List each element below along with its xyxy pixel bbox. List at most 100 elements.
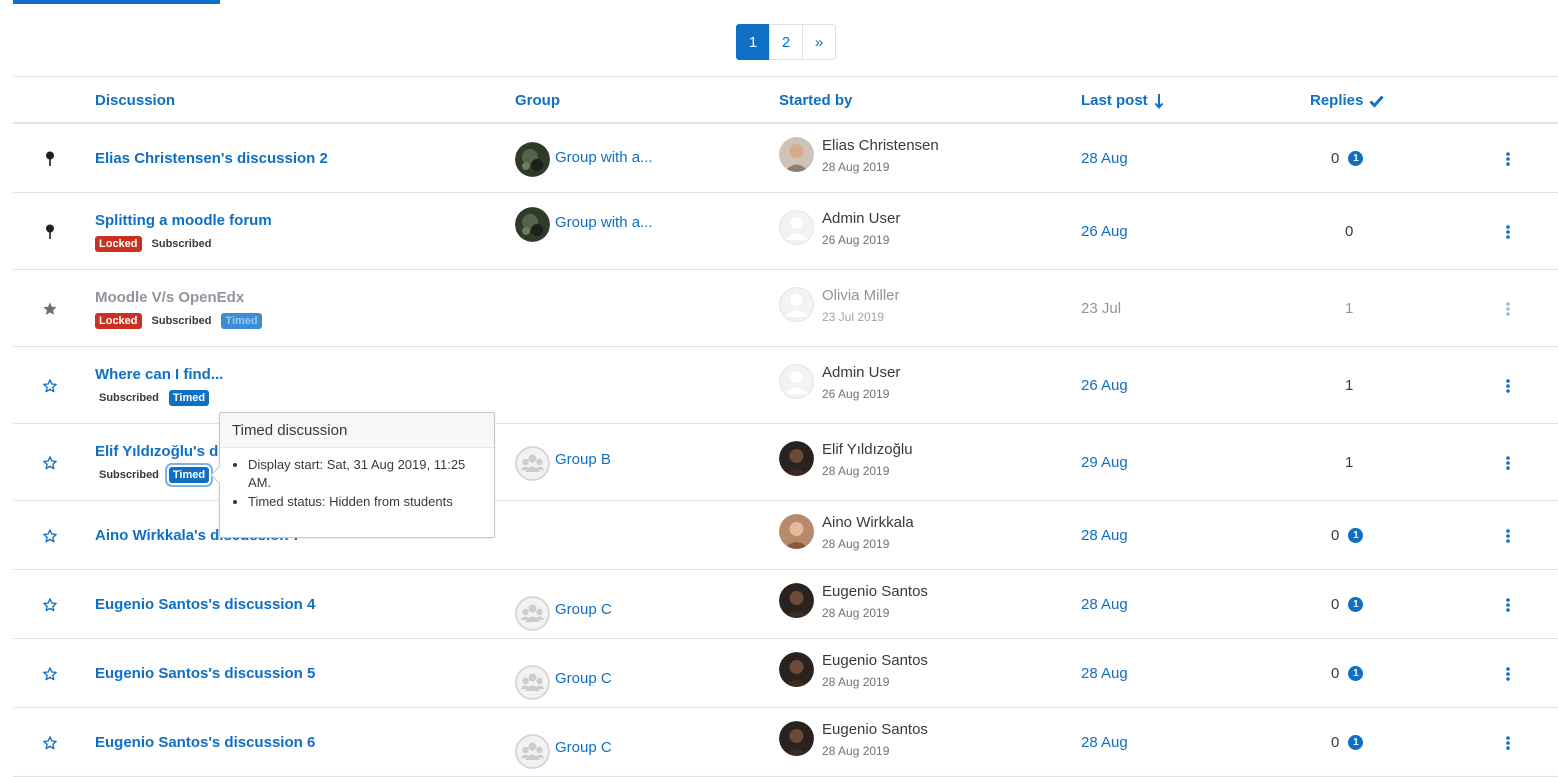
timed-badge[interactable]: Timed <box>221 313 262 329</box>
started-date: 26 Aug 2019 <box>822 387 890 401</box>
unread-count-badge[interactable]: 1 <box>1348 528 1364 543</box>
group-link[interactable]: Group with a... <box>555 214 653 231</box>
discussion-row: Splitting a moodle forum Locked Subscribed… <box>13 193 1558 270</box>
star-outline-icon <box>43 379 57 393</box>
discussion-title-link[interactable]: Elias Christensen's discussion 2 <box>95 150 328 167</box>
user-avatar[interactable] <box>779 287 814 322</box>
next-page-button[interactable]: » <box>802 24 836 60</box>
timed-badge[interactable]: Timed <box>168 390 210 406</box>
active-tab-indicator <box>13 0 220 4</box>
replies-column-header[interactable]: Replies <box>1310 92 1384 109</box>
discussion-title-link[interactable]: Moodle V/s OpenEdx <box>95 289 262 306</box>
star-outline-icon <box>43 667 57 681</box>
last-post-link[interactable]: 29 Aug <box>1081 454 1128 471</box>
user-avatar[interactable] <box>779 364 814 399</box>
group-link[interactable]: Group C <box>555 739 612 756</box>
user-avatar[interactable] <box>779 514 814 549</box>
group-column-header[interactable]: Group <box>515 92 560 109</box>
star-toggle[interactable] <box>38 528 62 544</box>
last-post-column-header[interactable]: Last post <box>1081 92 1164 109</box>
subscribed-badge: Subscribed <box>95 467 163 483</box>
last-post-link[interactable]: 28 Aug <box>1081 665 1128 682</box>
author-name: Elias Christensen <box>822 137 939 154</box>
discussion-actions-menu[interactable] <box>1501 225 1515 239</box>
last-post-link[interactable]: 28 Aug <box>1081 150 1128 167</box>
popover-display-start: Display start: Sat, 31 Aug 2019, 11:25 A… <box>248 456 482 492</box>
timed-badge[interactable]: Timed <box>168 467 210 483</box>
subscribed-badge: Subscribed <box>95 390 163 406</box>
discussion-column-header[interactable]: Discussion <box>95 92 175 109</box>
discussion-actions-menu[interactable] <box>1501 529 1515 543</box>
discussion-actions-menu[interactable] <box>1501 598 1515 612</box>
unread-count-badge[interactable]: 1 <box>1348 597 1364 612</box>
replies-cell: 01 <box>1331 527 1364 544</box>
user-avatar[interactable] <box>779 721 814 756</box>
star-toggle[interactable] <box>38 151 62 167</box>
star-toggle[interactable] <box>38 666 62 682</box>
star-toggle[interactable] <box>38 224 62 240</box>
checkmark-icon <box>1369 95 1384 108</box>
user-avatar[interactable] <box>779 441 814 476</box>
page-1-button[interactable]: 1 <box>736 24 770 60</box>
more-options-icon <box>1506 225 1510 239</box>
star-outline-icon <box>43 456 57 470</box>
replies-cell: 1 <box>1345 300 1353 317</box>
unread-count-badge[interactable]: 1 <box>1348 666 1364 681</box>
started-by-column-header[interactable]: Started by <box>779 92 852 109</box>
unread-count-badge[interactable]: 1 <box>1348 735 1364 750</box>
replies-cell: 01 <box>1331 734 1364 751</box>
group-link[interactable]: Group with a... <box>555 149 653 166</box>
star-toggle[interactable] <box>38 597 62 613</box>
discussion-title-link[interactable]: Eugenio Santos's discussion 5 <box>95 665 315 682</box>
discussion-title-link[interactable]: Eugenio Santos's discussion 6 <box>95 734 315 751</box>
page-2-button[interactable]: 2 <box>769 24 803 60</box>
last-post-link[interactable]: 26 Aug <box>1081 377 1128 394</box>
star-toggle[interactable] <box>38 735 62 751</box>
group-link[interactable]: Group C <box>555 670 612 687</box>
discussion-title-link[interactable]: Splitting a moodle forum <box>95 212 272 229</box>
discussion-actions-menu[interactable] <box>1501 456 1515 470</box>
sort-descending-icon <box>1154 93 1163 109</box>
author-name: Eugenio Santos <box>822 721 928 738</box>
more-options-icon <box>1506 736 1510 750</box>
last-post-link[interactable]: 28 Aug <box>1081 734 1128 751</box>
group-link[interactable]: Group C <box>555 601 612 618</box>
star-toggle[interactable] <box>38 455 62 471</box>
started-by-cell: Olivia Miller 23 Jul 2019 <box>779 287 900 324</box>
discussion-actions-menu[interactable] <box>1501 667 1515 681</box>
user-avatar[interactable] <box>779 137 814 172</box>
discussion-title-link[interactable]: Where can I find... <box>95 366 223 383</box>
last-post-link[interactable]: 28 Aug <box>1081 596 1128 613</box>
discussion-actions-menu[interactable] <box>1501 379 1515 393</box>
more-options-icon <box>1506 598 1510 612</box>
discussion-actions-menu[interactable] <box>1501 152 1515 166</box>
star-toggle[interactable] <box>38 378 62 394</box>
discussion-actions-menu[interactable] <box>1501 302 1515 316</box>
started-by-cell: Admin User 26 Aug 2019 <box>779 364 900 401</box>
badge-list: Locked Subscribed <box>95 236 272 252</box>
discussion-title-link[interactable]: Elif Yıldızoğlu's d <box>95 443 218 460</box>
started-date: 28 Aug 2019 <box>822 537 890 551</box>
group-link[interactable]: Group B <box>555 451 611 468</box>
started-date: 26 Aug 2019 <box>822 233 890 247</box>
discussion-cell: Eugenio Santos's discussion 4 <box>95 596 315 613</box>
last-post-link[interactable]: 26 Aug <box>1081 223 1128 240</box>
user-avatar[interactable] <box>779 210 814 245</box>
pin-icon <box>46 151 54 166</box>
discussion-title-link[interactable]: Eugenio Santos's discussion 4 <box>95 596 315 613</box>
last-post-link[interactable]: 23 Jul <box>1081 300 1121 317</box>
user-avatar[interactable] <box>779 583 814 618</box>
replies-cell: 01 <box>1331 150 1364 167</box>
user-avatar[interactable] <box>779 652 814 687</box>
author-name: Eugenio Santos <box>822 652 928 669</box>
locked-badge: Locked <box>95 313 142 329</box>
last-post-header-label: Last post <box>1081 92 1148 109</box>
discussion-actions-menu[interactable] <box>1501 736 1515 750</box>
group-cell: Group C <box>515 596 612 631</box>
star-toggle[interactable] <box>38 301 62 317</box>
started-by-cell: Aino Wirkkala 28 Aug 2019 <box>779 514 914 551</box>
replies-count: 0 <box>1331 596 1340 613</box>
unread-count-badge[interactable]: 1 <box>1348 151 1364 166</box>
subscribed-badge: Subscribed <box>147 313 216 329</box>
last-post-link[interactable]: 28 Aug <box>1081 527 1128 544</box>
